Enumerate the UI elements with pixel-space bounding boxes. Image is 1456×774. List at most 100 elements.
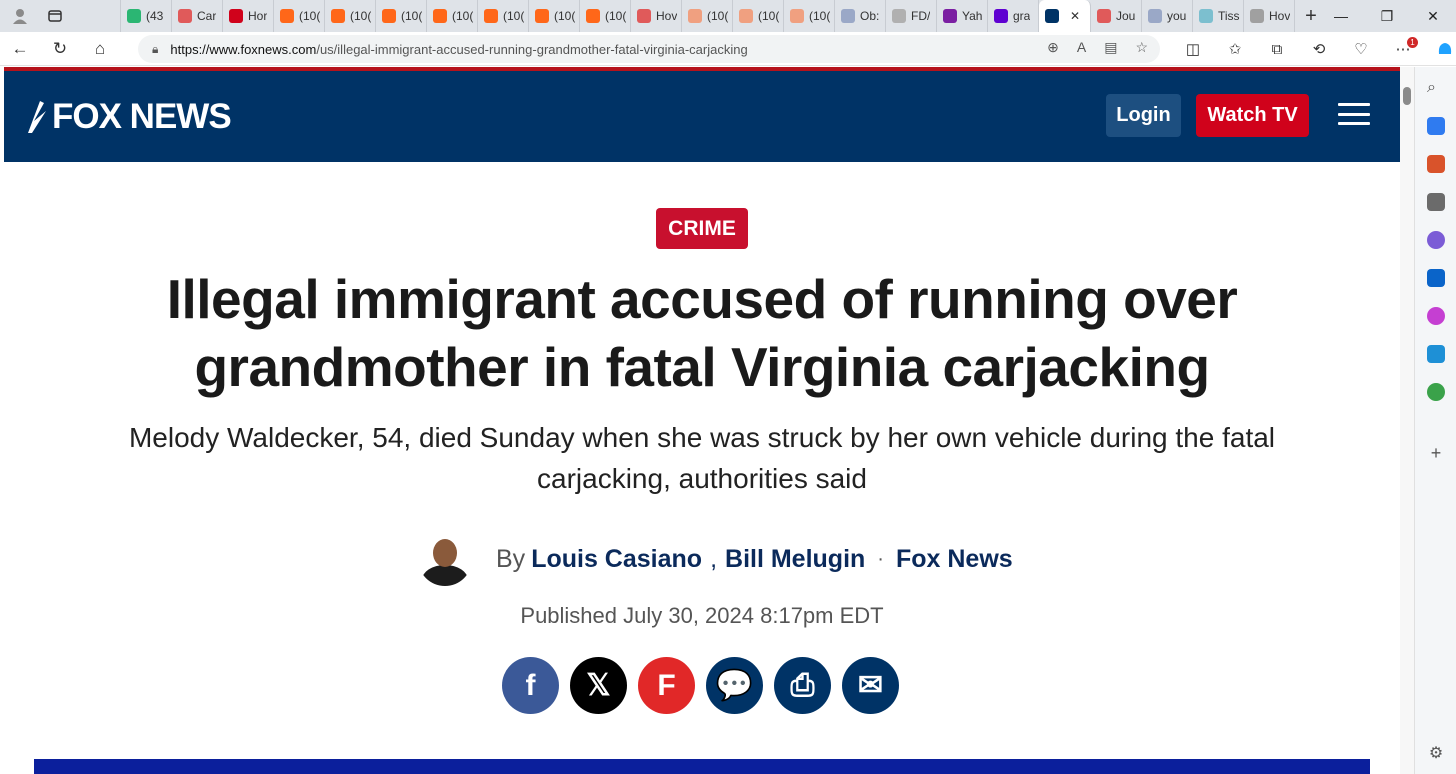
browser-toolbar: ← ↻ ⌂ 🔒︎ https://www.foxnews.com/us/ille… [0,32,1456,66]
sidebar-tools-icon[interactable] [1427,155,1445,173]
browser-tab[interactable]: Hov [631,0,682,32]
profile-avatar-icon[interactable] [0,0,40,32]
facebook-share-icon[interactable]: f [502,657,559,714]
browser-tab[interactable]: FD/ [886,0,937,32]
tab-label: you [1167,9,1187,23]
tab-label: Tiss [1218,9,1240,23]
author-link-bill-melugin[interactable]: Bill Melugin [725,545,865,574]
sidebar-shopping-icon[interactable] [1427,117,1445,135]
tab-label: gra [1013,9,1031,23]
minimize-button[interactable]: — [1318,0,1364,32]
browser-tab[interactable]: (10( [325,0,376,32]
author-avatar[interactable] [418,532,472,586]
home-button[interactable]: ⌂ [80,32,120,66]
tab-actions-icon[interactable] [40,0,70,32]
refresh-button[interactable]: ↻ [40,32,80,66]
tab-favicon-icon [841,9,855,23]
back-button[interactable]: ← [0,32,40,66]
browser-tab[interactable]: you [1142,0,1193,32]
tab-favicon-icon [1045,9,1059,23]
sidebar-tree-icon[interactable] [1427,383,1445,401]
flipboard-share-icon[interactable]: F [638,657,695,714]
sidebar-search-icon[interactable]: ⌕ [1427,79,1445,97]
browser-tab[interactable]: Hov [1244,0,1295,32]
tab-favicon-icon [790,9,804,23]
tab-label: Hov [656,9,678,23]
fox-news-logo[interactable]: FOX NEWS [26,97,232,137]
browser-tab[interactable]: (10( [376,0,427,32]
sidebar-games-icon[interactable] [1427,193,1445,211]
browser-tab[interactable]: (10( [784,0,835,32]
browser-tab[interactable]: (10( [274,0,325,32]
browser-tab[interactable]: (10( [580,0,631,32]
sidebar-telegram-icon[interactable] [1427,345,1445,363]
published-date: Published July 30, 2024 8:17pm EDT [520,603,884,628]
tab-favicon-icon [331,9,345,23]
sidebar-designer-icon[interactable] [1427,307,1445,325]
source-link-fox-news[interactable]: Fox News [896,545,1013,574]
tab-favicon-icon [382,9,396,23]
page-scrollbar[interactable] [1400,67,1414,774]
scrollbar-thumb[interactable] [1403,87,1411,105]
tab-favicon-icon [994,9,1008,23]
favorite-star-icon[interactable]: ☆ [1135,39,1148,56]
hero-image[interactable] [34,759,1370,774]
tab-favicon-icon [1148,9,1162,23]
browser-tab[interactable]: Hor [223,0,274,32]
hamburger-menu-icon[interactable] [1338,103,1370,125]
watch-tv-button[interactable]: Watch TV [1196,94,1309,137]
close-window-button[interactable]: ✕ [1410,0,1456,32]
sidebar-outlook-icon[interactable] [1427,269,1445,287]
email-share-icon[interactable]: ✉ [842,657,899,714]
comments-icon[interactable]: 💬 [706,657,763,714]
browser-tab[interactable]: Jou [1091,0,1142,32]
tab-favicon-icon [127,9,141,23]
login-button[interactable]: Login [1106,94,1181,137]
headline-line-2: grandmother in fatal Virginia carjacking [194,336,1210,398]
tab-favicon-icon [535,9,549,23]
print-icon[interactable]: ⎙ [774,657,831,714]
copilot-icon[interactable] [1424,32,1456,66]
tab-favicon-icon [1097,9,1111,23]
browser-essentials-icon[interactable]: ♡ [1340,32,1382,66]
history-icon[interactable]: ⟲ [1298,32,1340,66]
article-headline: Illegal immigrant accused of running ove… [84,265,1320,401]
tab-label: (10( [554,9,576,23]
logo-text: FOX NEWS [52,97,232,136]
more-options-icon[interactable]: ⋯ 1 [1382,32,1424,66]
article-subheadline: Melody Waldecker, 54, died Sunday when s… [128,422,1276,494]
browser-tab[interactable]: Yah [937,0,988,32]
browser-tab[interactable]: Car [172,0,223,32]
split-screen-icon[interactable]: ◫ [1172,32,1214,66]
byline: By Louis Casiano , Bill Melugin · Fox Ne… [418,530,1013,588]
sidebar-add-icon[interactable]: + [1427,443,1445,463]
browser-tab[interactable]: ✕ [1039,0,1091,32]
browser-tab[interactable]: (43 [121,0,172,32]
url-path: /us/illegal-immigrant-accused-running-gr… [316,41,748,57]
browser-tab[interactable]: (10( [478,0,529,32]
address-field[interactable]: 🔒︎ https://www.foxnews.com/us/illegal-im… [138,35,1160,63]
browser-tab[interactable]: (10( [733,0,784,32]
sidebar-settings-icon[interactable]: ⚙ [1427,743,1445,762]
immersive-reader-icon[interactable]: ▤ [1104,39,1117,56]
collections-icon[interactable]: ⧉ [1256,32,1298,66]
category-badge[interactable]: CRIME [656,208,748,249]
browser-tab[interactable]: (10( [529,0,580,32]
favorites-icon[interactable]: ✩ [1214,32,1256,66]
author-link-louis-casiano[interactable]: Louis Casiano [531,545,702,574]
fox-logo-searchlight-icon [26,97,48,137]
sidebar-microsoft365-icon[interactable] [1427,231,1445,249]
browser-tab[interactable]: Tiss [1193,0,1244,32]
browser-extensions: ◫ ✩ ⧉ ⟲ ♡ ⋯ 1 [1172,32,1456,66]
restore-button[interactable]: ❐ [1364,0,1410,32]
zoom-icon[interactable]: ⊕ [1047,39,1059,56]
read-aloud-icon[interactable]: A [1077,39,1086,56]
browser-tab[interactable]: gra [988,0,1039,32]
browser-tab[interactable]: (10( [427,0,478,32]
tab-label: (10( [401,9,423,23]
browser-tab[interactable] [70,0,121,32]
x-share-icon[interactable]: 𝕏 [570,657,627,714]
close-tab-icon[interactable]: ✕ [1070,9,1080,23]
browser-tab[interactable]: Ob: [835,0,886,32]
browser-tab[interactable]: (10( [682,0,733,32]
